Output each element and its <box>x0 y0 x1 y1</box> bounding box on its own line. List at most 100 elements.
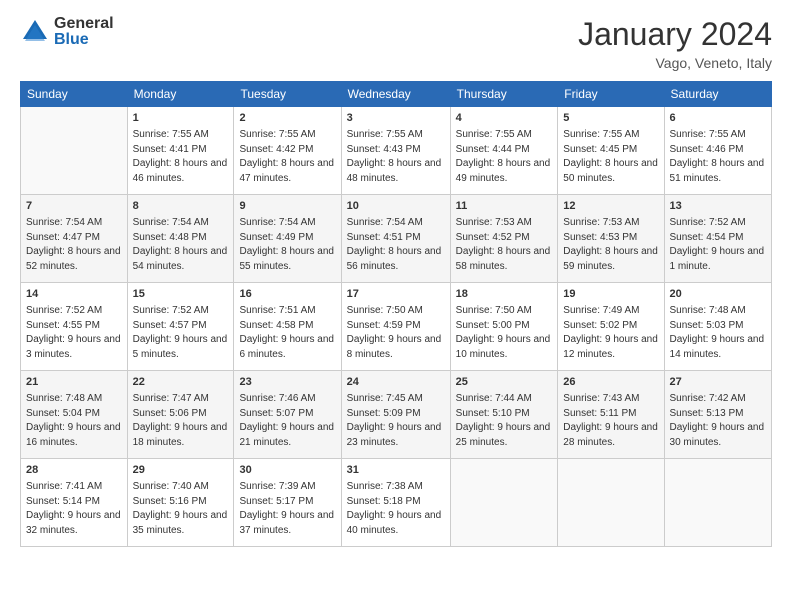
calendar-cell: 10 Sunrise: 7:54 AMSunset: 4:51 PMDayligh… <box>341 195 450 283</box>
column-header-tuesday: Tuesday <box>234 82 341 107</box>
day-number: 14 <box>26 287 122 302</box>
day-number: 13 <box>670 199 766 214</box>
day-info: Sunrise: 7:51 AMSunset: 4:58 PMDaylight:… <box>239 304 335 362</box>
day-number: 8 <box>133 199 229 214</box>
calendar-cell: 14 Sunrise: 7:52 AMSunset: 4:55 PMDayligh… <box>21 283 128 371</box>
calendar-cell: 25Sunrise: 7:44 AMSunset: 5:10 PMDayligh… <box>450 371 558 459</box>
day-info: Sunrise: 7:50 AMSunset: 4:59 PMDaylight:… <box>347 304 445 362</box>
header: General Blue January 2024 Vago, Veneto, … <box>20 16 772 71</box>
calendar-cell: 28Sunrise: 7:41 AMSunset: 5:14 PMDayligh… <box>21 459 128 547</box>
calendar-table: SundayMondayTuesdayWednesdayThursdayFrid… <box>20 81 772 547</box>
day-info: Sunrise: 7:55 AMSunset: 4:41 PMDaylight:… <box>133 128 229 186</box>
calendar-cell: 24Sunrise: 7:45 AMSunset: 5:09 PMDayligh… <box>341 371 450 459</box>
day-number: 9 <box>239 199 335 214</box>
day-number: 21 <box>26 375 122 390</box>
day-number: 22 <box>133 375 229 390</box>
day-number: 7 <box>26 199 122 214</box>
calendar-cell: 3Sunrise: 7:55 AMSunset: 4:43 PMDaylight… <box>341 107 450 195</box>
day-info: Sunrise: 7:54 AMSunset: 4:47 PMDaylight:… <box>26 216 122 274</box>
calendar-cell <box>450 459 558 547</box>
day-number: 6 <box>670 111 766 126</box>
day-number: 16 <box>239 287 335 302</box>
calendar-cell: 16 Sunrise: 7:51 AMSunset: 4:58 PMDayligh… <box>234 283 341 371</box>
title-block: January 2024 Vago, Veneto, Italy <box>578 16 772 71</box>
calendar-cell <box>558 459 664 547</box>
calendar-cell: 15Sunrise: 7:52 AMSunset: 4:57 PMDayligh… <box>127 283 234 371</box>
day-info: Sunrise: 7:38 AMSunset: 5:18 PMDaylight:… <box>347 480 445 538</box>
day-info: Sunrise: 7:52 AMSunset: 4:57 PMDaylight:… <box>133 304 229 362</box>
day-info: Sunrise: 7:54 AMSunset: 4:51 PMDaylight:… <box>347 216 445 274</box>
day-info: Sunrise: 7:39 AMSunset: 5:17 PMDaylight:… <box>239 480 335 538</box>
calendar-cell: 2 Sunrise: 7:55 AMSunset: 4:42 PMDaylight… <box>234 107 341 195</box>
day-info: Sunrise: 7:55 AMSunset: 4:44 PMDaylight:… <box>456 128 553 186</box>
day-info: Sunrise: 7:47 AMSunset: 5:06 PMDaylight:… <box>133 392 229 450</box>
calendar-cell: 4Sunrise: 7:55 AMSunset: 4:44 PMDaylight… <box>450 107 558 195</box>
calendar-cell: 31 Sunrise: 7:38 AMSunset: 5:18 PMDayligh… <box>341 459 450 547</box>
day-number: 12 <box>563 199 658 214</box>
calendar-cell: 13 Sunrise: 7:52 AMSunset: 4:54 PMDayligh… <box>664 195 771 283</box>
calendar-cell: 30 Sunrise: 7:39 AMSunset: 5:17 PMDayligh… <box>234 459 341 547</box>
day-number: 18 <box>456 287 553 302</box>
calendar-cell: 7 Sunrise: 7:54 AMSunset: 4:47 PMDaylight… <box>21 195 128 283</box>
day-info: Sunrise: 7:54 AMSunset: 4:48 PMDaylight:… <box>133 216 229 274</box>
column-header-friday: Friday <box>558 82 664 107</box>
day-info: Sunrise: 7:55 AMSunset: 4:45 PMDaylight:… <box>563 128 658 186</box>
day-info: Sunrise: 7:46 AMSunset: 5:07 PMDaylight:… <box>239 392 335 450</box>
calendar-cell <box>21 107 128 195</box>
day-number: 27 <box>670 375 766 390</box>
day-info: Sunrise: 7:52 AMSunset: 4:54 PMDaylight:… <box>670 216 766 274</box>
week-row-0: 1Sunrise: 7:55 AMSunset: 4:41 PMDaylight… <box>21 107 772 195</box>
week-row-3: 21Sunrise: 7:48 AMSunset: 5:04 PMDayligh… <box>21 371 772 459</box>
day-number: 30 <box>239 463 335 478</box>
day-info: Sunrise: 7:50 AMSunset: 5:00 PMDaylight:… <box>456 304 553 362</box>
calendar-cell: 19Sunrise: 7:49 AMSunset: 5:02 PMDayligh… <box>558 283 664 371</box>
week-row-4: 28Sunrise: 7:41 AMSunset: 5:14 PMDayligh… <box>21 459 772 547</box>
day-info: Sunrise: 7:42 AMSunset: 5:13 PMDaylight:… <box>670 392 766 450</box>
calendar-cell: 21Sunrise: 7:48 AMSunset: 5:04 PMDayligh… <box>21 371 128 459</box>
day-info: Sunrise: 7:55 AMSunset: 4:42 PMDaylight:… <box>239 128 335 186</box>
day-number: 26 <box>563 375 658 390</box>
day-number: 24 <box>347 375 445 390</box>
day-info: Sunrise: 7:53 AMSunset: 4:53 PMDaylight:… <box>563 216 658 274</box>
calendar-cell: 29 Sunrise: 7:40 AMSunset: 5:16 PMDayligh… <box>127 459 234 547</box>
day-number: 25 <box>456 375 553 390</box>
day-number: 29 <box>133 463 229 478</box>
day-number: 11 <box>456 199 553 214</box>
day-number: 2 <box>239 111 335 126</box>
day-number: 23 <box>239 375 335 390</box>
logo-icon <box>20 17 50 47</box>
column-header-thursday: Thursday <box>450 82 558 107</box>
calendar-cell: 17Sunrise: 7:50 AMSunset: 4:59 PMDayligh… <box>341 283 450 371</box>
day-info: Sunrise: 7:40 AMSunset: 5:16 PMDaylight:… <box>133 480 229 538</box>
calendar-cell: 22 Sunrise: 7:47 AMSunset: 5:06 PMDayligh… <box>127 371 234 459</box>
month-title: January 2024 <box>578 16 772 53</box>
column-header-saturday: Saturday <box>664 82 771 107</box>
column-header-monday: Monday <box>127 82 234 107</box>
calendar-cell: 23 Sunrise: 7:46 AMSunset: 5:07 PMDayligh… <box>234 371 341 459</box>
calendar-cell: 26 Sunrise: 7:43 AMSunset: 5:11 PMDayligh… <box>558 371 664 459</box>
day-number: 5 <box>563 111 658 126</box>
page: General Blue January 2024 Vago, Veneto, … <box>0 0 792 612</box>
calendar-cell: 11 Sunrise: 7:53 AMSunset: 4:52 PMDayligh… <box>450 195 558 283</box>
day-info: Sunrise: 7:55 AMSunset: 4:46 PMDaylight:… <box>670 128 766 186</box>
day-info: Sunrise: 7:41 AMSunset: 5:14 PMDaylight:… <box>26 480 122 538</box>
day-info: Sunrise: 7:52 AMSunset: 4:55 PMDaylight:… <box>26 304 122 362</box>
calendar-cell: 27 Sunrise: 7:42 AMSunset: 5:13 PMDayligh… <box>664 371 771 459</box>
week-row-2: 14 Sunrise: 7:52 AMSunset: 4:55 PMDayligh… <box>21 283 772 371</box>
day-number: 20 <box>670 287 766 302</box>
day-number: 10 <box>347 199 445 214</box>
day-info: Sunrise: 7:53 AMSunset: 4:52 PMDaylight:… <box>456 216 553 274</box>
calendar-cell <box>664 459 771 547</box>
calendar-cell: 20Sunrise: 7:48 AMSunset: 5:03 PMDayligh… <box>664 283 771 371</box>
calendar-cell: 1Sunrise: 7:55 AMSunset: 4:41 PMDaylight… <box>127 107 234 195</box>
logo-blue-text: Blue <box>54 32 114 48</box>
day-number: 3 <box>347 111 445 126</box>
calendar-cell: 18 Sunrise: 7:50 AMSunset: 5:00 PMDayligh… <box>450 283 558 371</box>
day-number: 19 <box>563 287 658 302</box>
calendar-cell: 5 Sunrise: 7:55 AMSunset: 4:45 PMDaylight… <box>558 107 664 195</box>
calendar-cell: 9Sunrise: 7:54 AMSunset: 4:49 PMDaylight… <box>234 195 341 283</box>
logo-text: General Blue <box>54 16 114 48</box>
day-info: Sunrise: 7:43 AMSunset: 5:11 PMDaylight:… <box>563 392 658 450</box>
calendar-header-row: SundayMondayTuesdayWednesdayThursdayFrid… <box>21 82 772 107</box>
day-number: 31 <box>347 463 445 478</box>
